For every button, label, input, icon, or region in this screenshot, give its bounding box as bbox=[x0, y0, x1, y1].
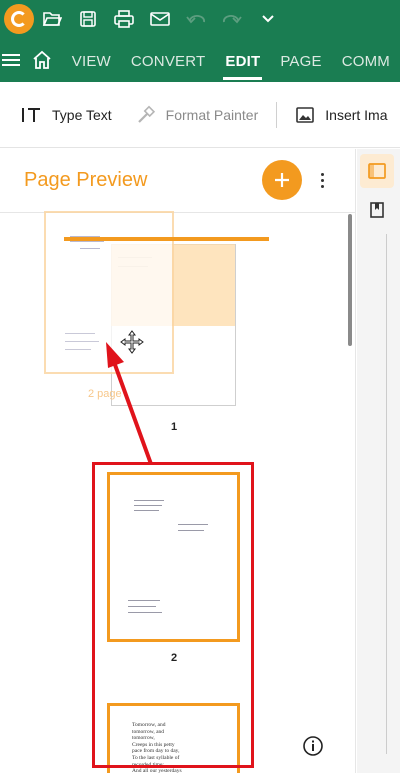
hamburger-menu-icon[interactable] bbox=[0, 38, 22, 82]
selection-highlight-box bbox=[92, 462, 254, 768]
panel-header: Page Preview bbox=[0, 149, 355, 213]
app-window: VIEW CONVERT EDIT PAGE COMM Type Text Fo… bbox=[0, 0, 400, 773]
type-text-icon bbox=[22, 107, 40, 122]
toolbar-divider bbox=[276, 101, 278, 128]
home-icon[interactable] bbox=[22, 38, 62, 82]
drag-arrow bbox=[106, 342, 153, 465]
page-panel-toggle-icon[interactable] bbox=[360, 154, 394, 188]
add-page-button[interactable] bbox=[262, 160, 302, 200]
chevron-down-icon[interactable] bbox=[250, 0, 286, 38]
drop-indicator bbox=[64, 237, 269, 241]
insert-image-button[interactable]: Insert Ima bbox=[285, 95, 397, 135]
format-painter-icon bbox=[137, 105, 155, 123]
page-number-1: 1 bbox=[171, 421, 178, 433]
image-icon bbox=[296, 106, 315, 123]
menu-convert[interactable]: CONVERT bbox=[121, 38, 215, 82]
document-edge bbox=[386, 234, 387, 754]
redo-icon[interactable] bbox=[214, 0, 250, 38]
plus-icon bbox=[275, 173, 289, 187]
app-logo-icon[interactable] bbox=[4, 4, 34, 34]
save-icon[interactable] bbox=[70, 0, 106, 38]
title-bar bbox=[0, 0, 400, 38]
panel-scrollbar[interactable] bbox=[348, 214, 352, 346]
insert-image-label: Insert Ima bbox=[325, 106, 388, 123]
menu-edit[interactable]: EDIT bbox=[215, 38, 270, 82]
panel-title: Page Preview bbox=[24, 169, 148, 191]
format-painter-button[interactable]: Format Painter bbox=[122, 95, 269, 135]
print-icon[interactable] bbox=[106, 0, 142, 38]
menu-page[interactable]: PAGE bbox=[270, 38, 331, 82]
edit-toolbar: Type Text Format Painter Insert Ima bbox=[0, 82, 400, 148]
menu-comment[interactable]: COMM bbox=[332, 38, 400, 82]
menu-view[interactable]: VIEW bbox=[62, 38, 121, 82]
more-options-icon[interactable] bbox=[312, 165, 332, 195]
format-painter-label: Format Painter bbox=[165, 106, 259, 123]
menu-bar: VIEW CONVERT EDIT PAGE COMM bbox=[0, 38, 400, 82]
undo-icon[interactable] bbox=[178, 0, 214, 38]
mail-icon[interactable] bbox=[142, 0, 178, 38]
open-folder-icon[interactable] bbox=[34, 0, 70, 38]
right-sidebar bbox=[357, 149, 400, 773]
type-text-label: Type Text bbox=[52, 106, 112, 123]
bookmark-icon[interactable] bbox=[360, 193, 394, 227]
info-icon[interactable] bbox=[302, 735, 324, 757]
type-text-button[interactable]: Type Text bbox=[0, 95, 122, 135]
